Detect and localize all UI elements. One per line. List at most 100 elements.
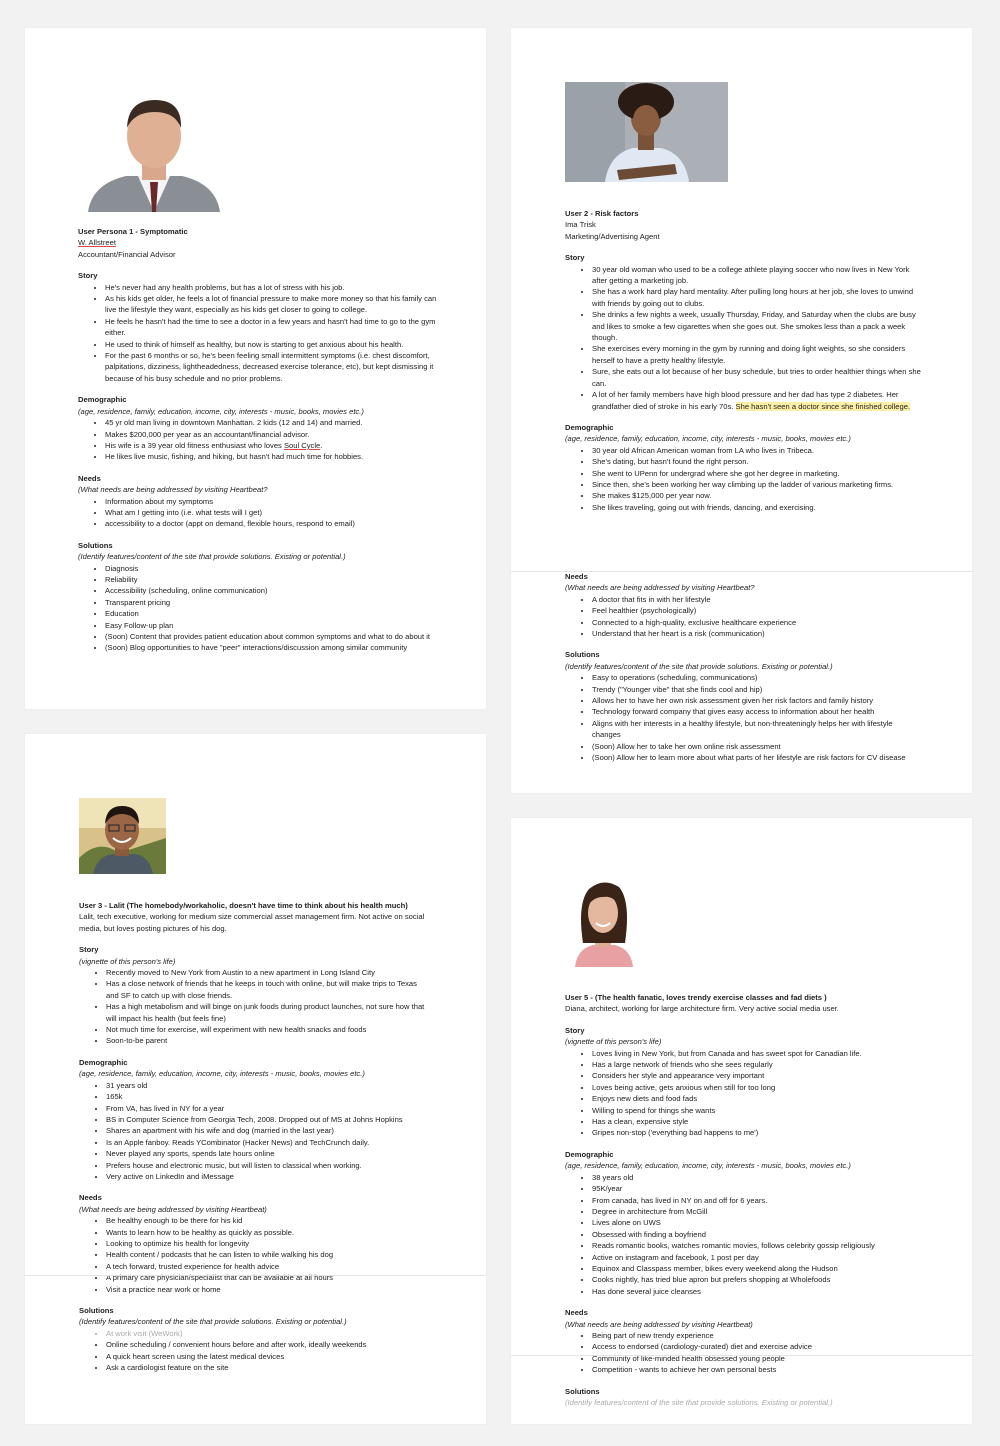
list-item: Active on instagram and facebook, 1 post… — [592, 1252, 919, 1263]
list-item: She exercises every morning in the gym b… — [592, 343, 921, 366]
list-item: Gripes non-stop ('everything bad happens… — [592, 1127, 919, 1138]
list-item: Wants to learn how to be healthy as quic… — [106, 1227, 431, 1238]
section-note: (What needs are being addressed by visit… — [78, 485, 268, 495]
section-note: (What needs are being addressed by visit… — [79, 1204, 267, 1214]
section-heading-needs: Needs — [565, 572, 588, 581]
solutions-list: Easy to operations (scheduling, communic… — [565, 672, 921, 763]
list-item: Education — [105, 608, 440, 619]
list-item: (Soon) Allow her to learn more about wha… — [592, 752, 921, 763]
persona-name: W. Allstreet — [78, 238, 116, 248]
section-note: (Identify features/content of the site t… — [78, 552, 346, 562]
spellcheck-word: Soul Cycle — [283, 440, 321, 450]
section-heading-needs: Needs — [78, 473, 101, 483]
section-heading-solutions: Solutions — [565, 650, 600, 660]
story-list: 30 year old woman who used to be a colle… — [565, 264, 921, 412]
section-note: (Identify features/content of the site t… — [79, 1317, 347, 1327]
list-item: A primary care physician/specialist that… — [106, 1272, 431, 1283]
list-item: From VA, has lived in NY for a year — [106, 1103, 431, 1114]
list-item: Equinox and Classpass member, bikes ever… — [592, 1263, 919, 1274]
list-item: Allows her to have her own risk assessme… — [592, 695, 921, 706]
list-item: Transparent pricing — [105, 597, 440, 608]
list-item: Loves living in New York, but from Canad… — [592, 1048, 919, 1059]
list-item: Has a large network of friends who she s… — [592, 1059, 919, 1070]
list-item: From canada, has lived in NY on and off … — [592, 1195, 919, 1206]
list-item: Easy Follow-up plan — [105, 620, 440, 631]
persona-1-text: User Persona 1 - Symptomatic W. Allstree… — [78, 226, 440, 654]
list-item: Visit a practice near work or home — [106, 1284, 431, 1295]
list-item: Since then, she's been working her way c… — [592, 479, 921, 490]
persona-title: User Persona 1 - Symptomatic — [78, 227, 188, 236]
persona-3-text: User 3 - Lalit (The homebody/workaholic,… — [79, 900, 431, 1373]
persona-intro: Diana, architect, working for large arch… — [565, 1004, 839, 1014]
demographic-list: 38 years old 95K/year From canada, has l… — [565, 1172, 919, 1297]
list-item: As his kids get older, he feels a lot of… — [105, 293, 440, 316]
story-list: Loves living in New York, but from Canad… — [565, 1048, 919, 1139]
persona-intro: Lalit, tech executive, working for mediu… — [79, 912, 425, 933]
story-list: He's never had any health problems, but … — [78, 282, 440, 385]
list-item: She makes $125,000 per year now. — [592, 490, 921, 501]
list-item: A tech forward, trusted experience for h… — [106, 1261, 431, 1272]
list-item: Feel healthier (psychologically) — [592, 605, 921, 616]
needs-list: Be healthy enough to be there for his ki… — [79, 1215, 431, 1295]
list-item: Never played any sports, spends late hou… — [106, 1148, 431, 1159]
section-heading-story: Story — [565, 1025, 585, 1035]
list-item: A quick heart screen using the latest me… — [106, 1351, 431, 1362]
section-note: (Identify features/content of the site t… — [565, 1398, 833, 1407]
list-item: Obsessed with finding a boyfriend — [592, 1229, 919, 1240]
section-heading-needs: Needs — [79, 1193, 102, 1203]
persona-page-1: User Persona 1 - Symptomatic W. Allstree… — [25, 28, 486, 709]
list-item: Willing to spend for things she wants — [592, 1105, 919, 1116]
story-list: Recently moved to New York from Austin t… — [79, 967, 431, 1047]
list-item: Not much time for exercise, will experim… — [106, 1024, 431, 1035]
section-heading-story: Story — [78, 271, 98, 281]
list-item: 38 years old — [592, 1172, 919, 1183]
list-item: Aligns with her interests in a healthy l… — [592, 718, 921, 741]
section-note: (Identify features/content of the site t… — [565, 661, 833, 671]
demographic-list: 45 yr old man living in downtown Manhatt… — [78, 417, 440, 463]
list-item: Competition - wants to achieve her own p… — [592, 1364, 919, 1375]
persona-2-photo — [565, 82, 728, 182]
list-item: Looking to optimize his health for longe… — [106, 1238, 431, 1249]
persona-2-text-cont: Needs (What needs are being addressed by… — [565, 571, 921, 764]
list-item: A lot of her family members have high bl… — [592, 389, 921, 412]
list-item: Reliability — [105, 574, 440, 585]
list-item: Connected to a high-quality, exclusive h… — [592, 617, 921, 628]
list-item: Makes $200,000 per year as an accountant… — [105, 429, 440, 440]
list-item: He used to think of himself as healthy, … — [105, 339, 440, 350]
section-heading-demographic: Demographic — [79, 1057, 128, 1067]
section-heading-story: Story — [565, 253, 585, 263]
needs-list: Being part of new trendy experience Acce… — [565, 1330, 919, 1376]
persona-title: User 3 - Lalit (The homebody/workaholic,… — [79, 901, 408, 910]
section-note: (What needs are being addressed by visit… — [565, 583, 755, 593]
persona-5-photo — [565, 873, 642, 967]
section-note: (vignette of this person's life) — [565, 1037, 662, 1047]
list-item: She has a work hard play hard mentality.… — [592, 286, 921, 309]
persona-1-photo — [78, 86, 230, 212]
list-item: Very active on LinkedIn and iMessage — [106, 1171, 431, 1182]
list-item: 30 year old woman who used to be a colle… — [592, 264, 921, 287]
list-item: Be healthy enough to be there for his ki… — [106, 1215, 431, 1226]
list-item: (Soon) Allow her to take her own online … — [592, 741, 921, 752]
list-item: Loves being active, gets anxious when st… — [592, 1082, 919, 1093]
section-heading-solutions: Solutions — [78, 540, 113, 550]
list-item: Degree in architecture from McGill — [592, 1206, 919, 1217]
persona-page-2: User 2 - Risk factors Ima Trisk Marketin… — [511, 28, 972, 793]
list-item: Lives alone on UWS — [592, 1217, 919, 1228]
section-heading-demographic: Demographic — [78, 395, 127, 405]
list-item: He feels he hasn't had the time to see a… — [105, 316, 440, 339]
demographic-list: 31 years old 165k From VA, has lived in … — [79, 1080, 431, 1183]
section-heading-demographic: Demographic — [565, 422, 614, 432]
list-item: He likes live music, fishing, and hiking… — [105, 451, 440, 462]
demographic-list: 30 year old African American woman from … — [565, 445, 921, 513]
list-item: Has a high metabolism and will binge on … — [106, 1001, 431, 1024]
list-item: Health content / podcasts that he can li… — [106, 1249, 431, 1260]
solutions-list: At work visit (WeWork) Online scheduling… — [79, 1328, 431, 1374]
persona-3-photo — [79, 798, 166, 874]
section-note: (age, residence, family, education, inco… — [565, 1161, 851, 1171]
list-item: What am I getting into (i.e. what tests … — [105, 507, 440, 518]
list-item: Recently moved to New York from Austin t… — [106, 967, 431, 978]
list-item: 95K/year — [592, 1183, 919, 1194]
persona-title: User 5 - (The health fanatic, loves tren… — [565, 993, 827, 1002]
highlighted-text: She hasn't seen a doctor since she finis… — [735, 401, 911, 411]
needs-list: Information about my symptoms What am I … — [78, 496, 440, 530]
